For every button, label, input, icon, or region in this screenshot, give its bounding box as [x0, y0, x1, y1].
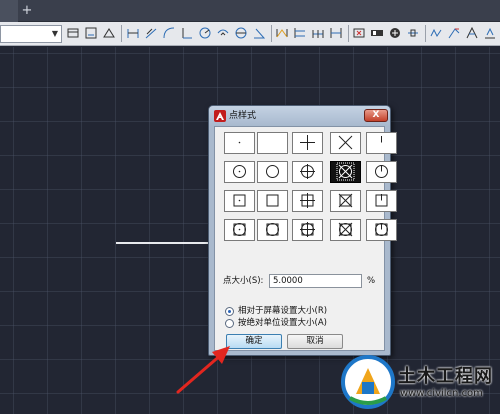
none-symbol-icon	[258, 133, 287, 153]
document-tab-bar: +	[0, 0, 500, 22]
point-style-circle-cross[interactable]	[330, 161, 361, 183]
dot-symbol-icon	[233, 223, 246, 236]
new-tab-button[interactable]: +	[20, 4, 34, 18]
dim-jogged-icon[interactable]	[216, 26, 230, 40]
cross-symbol-icon	[338, 222, 353, 237]
drawn-line[interactable]	[116, 242, 214, 244]
dim-aligned-icon[interactable]	[144, 26, 158, 40]
document-tab[interactable]	[0, 0, 18, 22]
annotation-arrow-icon	[176, 346, 230, 394]
layer-isolate-icon[interactable]	[102, 26, 116, 40]
point-style-circle-square-plus[interactable]	[292, 219, 323, 241]
layer-props-icon[interactable]	[66, 26, 80, 40]
radio-absolute-size[interactable]	[225, 319, 234, 328]
toolbar-separator	[348, 25, 349, 42]
point-style-dialog: 点样式 X 点大小(S): 5.0000 % 相对于屏幕设置大小(R) 按绝对单…	[208, 105, 397, 356]
dim-continue-icon[interactable]	[311, 26, 325, 40]
dim-space-icon[interactable]	[329, 26, 343, 40]
style-combo[interactable]: ▼	[0, 25, 62, 43]
layer-state-icon[interactable]	[84, 26, 98, 40]
dot-symbol-icon	[238, 141, 241, 144]
point-style-circle[interactable]	[257, 161, 288, 183]
point-size-input[interactable]: 5.0000	[269, 274, 362, 288]
plus-symbol-icon	[300, 193, 315, 208]
dim-update-icon[interactable]	[483, 26, 497, 40]
radio-absolute-label[interactable]: 按绝对单位设置大小(A)	[238, 318, 327, 329]
point-style-tick[interactable]	[366, 132, 397, 154]
dialog-content: 点大小(S): 5.0000 % 相对于屏幕设置大小(R) 按绝对单位设置大小(…	[214, 126, 397, 351]
plus-symbol-icon	[300, 135, 315, 150]
dim-quick-icon[interactable]	[275, 26, 289, 40]
dim-arc-icon[interactable]	[162, 26, 176, 40]
point-style-circle-square-dot[interactable]	[224, 219, 255, 241]
dim-diameter-icon[interactable]	[234, 26, 248, 40]
plus-symbol-icon	[300, 164, 315, 179]
toolbar-separator	[425, 25, 426, 42]
cross-symbol-icon	[338, 193, 353, 208]
point-style-none[interactable]	[257, 132, 288, 154]
dim-edit-icon[interactable]	[447, 26, 461, 40]
autocad-app-icon	[214, 110, 226, 122]
point-style-circle-square-tick[interactable]	[366, 219, 397, 241]
dim-ordinate-icon[interactable]	[180, 26, 194, 40]
watermark-title: 土木工程网	[398, 366, 493, 387]
plus-symbol-icon	[300, 222, 315, 237]
point-style-square-tick[interactable]	[366, 190, 397, 212]
center-mark-icon[interactable]	[388, 26, 402, 40]
point-style-square-cross[interactable]	[330, 190, 361, 212]
dim-radius-icon[interactable]	[198, 26, 212, 40]
toolbar-separator	[121, 25, 122, 42]
circle-symbol-icon	[266, 165, 279, 178]
point-style-square-dot[interactable]	[224, 190, 255, 212]
point-style-circle-dot[interactable]	[224, 161, 255, 183]
jogged-linear-icon[interactable]	[429, 26, 443, 40]
square-symbol-icon	[266, 194, 279, 207]
chevron-down-icon[interactable]: ▼	[50, 28, 60, 40]
watermark: 土木工程网 www.civilcn.com	[340, 354, 500, 414]
dot-symbol-icon	[233, 165, 246, 178]
dialog-title: 点样式	[229, 111, 257, 121]
cross-symbol-icon	[338, 135, 353, 150]
toolbar-separator	[271, 25, 272, 42]
close-button[interactable]: X	[364, 109, 388, 122]
dim-linear-icon[interactable]	[126, 26, 140, 40]
point-style-circle-tick[interactable]	[366, 161, 397, 183]
point-size-label: 点大小(S):	[223, 276, 264, 286]
radio-relative-size[interactable]	[225, 307, 234, 316]
dot-symbol-icon	[233, 194, 246, 207]
dim-baseline-icon[interactable]	[293, 26, 307, 40]
point-style-plus[interactable]	[292, 132, 323, 154]
cross-symbol-icon	[336, 162, 355, 181]
dialog-titlebar[interactable]: 点样式 X	[209, 106, 390, 126]
radio-relative-label[interactable]: 相对于屏幕设置大小(R)	[238, 306, 327, 317]
tick-symbol-icon	[375, 194, 388, 207]
inspect-icon[interactable]	[406, 26, 420, 40]
watermark-url: www.civilcn.com	[400, 388, 483, 399]
point-style-square-plus[interactable]	[292, 190, 323, 212]
point-style-square[interactable]	[257, 190, 288, 212]
civilcn-logo-icon	[341, 355, 395, 409]
tolerance-icon[interactable]	[370, 26, 384, 40]
dim-break-icon[interactable]	[352, 26, 366, 40]
square-symbol-icon	[266, 223, 279, 236]
dim-text-edit-icon[interactable]	[465, 26, 479, 40]
point-size-unit: %	[367, 276, 376, 286]
cancel-button[interactable]: 取消	[287, 334, 343, 349]
dimension-toolbar: ▼	[0, 22, 500, 46]
tick-symbol-icon	[375, 165, 388, 178]
tick-symbol-icon	[381, 136, 382, 143]
tick-symbol-icon	[375, 223, 388, 236]
point-style-circle-square-cross[interactable]	[330, 219, 361, 241]
point-style-circle-plus[interactable]	[292, 161, 323, 183]
point-style-cross[interactable]	[330, 132, 361, 154]
point-style-dot[interactable]	[224, 132, 255, 154]
point-style-circle-square[interactable]	[257, 219, 288, 241]
dim-angular-icon[interactable]	[252, 26, 266, 40]
